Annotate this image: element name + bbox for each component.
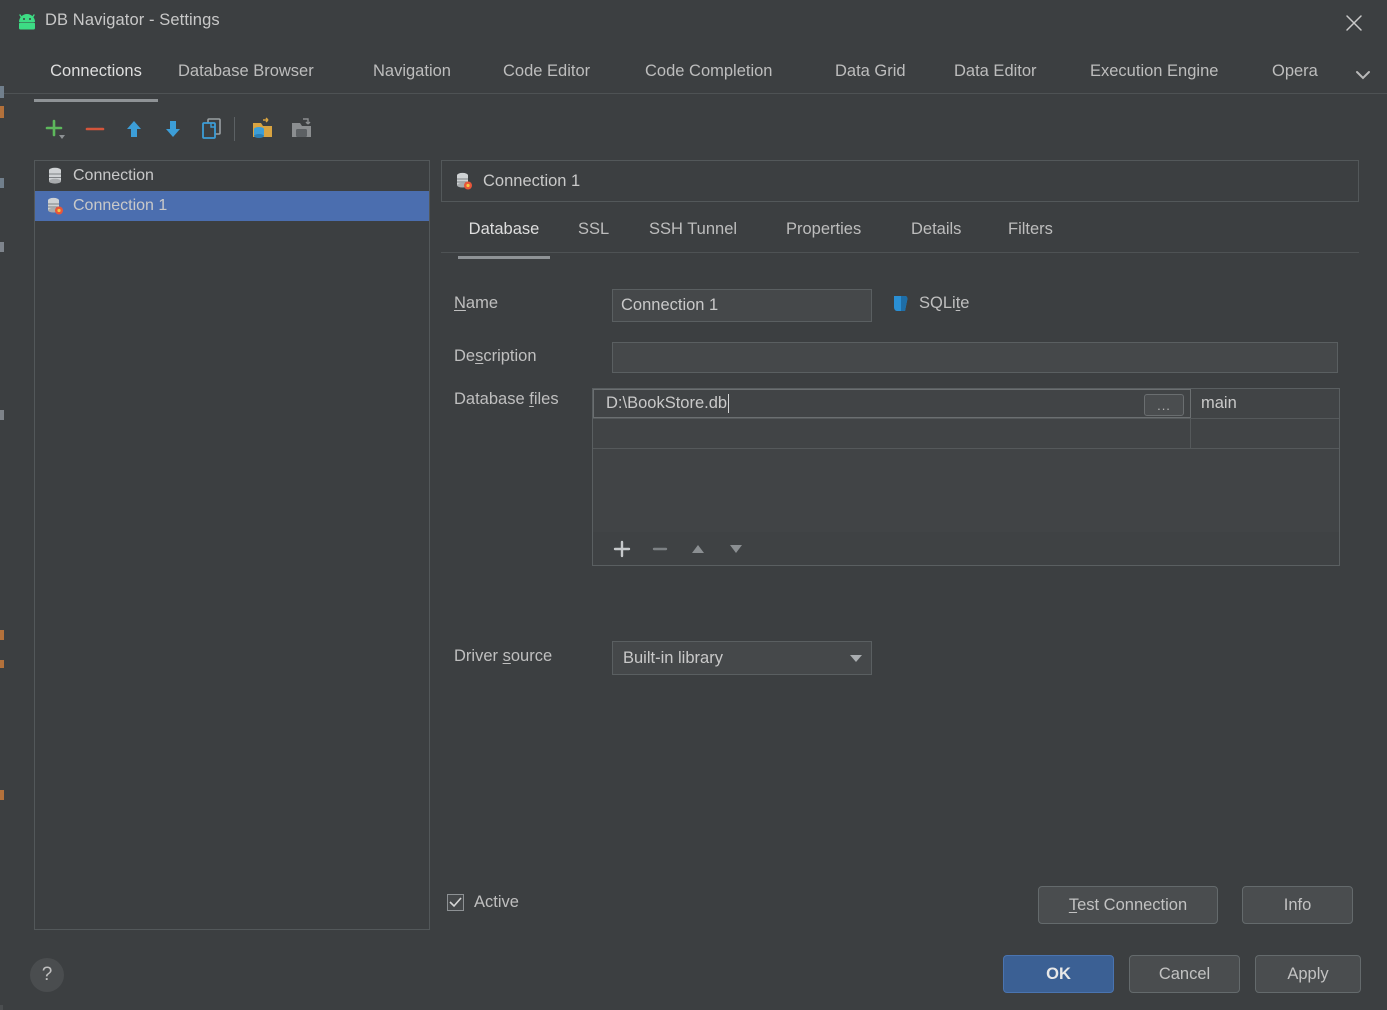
connection-tab-bar: Database SSL SSH Tunnel Properties Detai… <box>441 212 1359 259</box>
connection-tab-underline <box>441 252 1359 253</box>
tab-label: Data Editor <box>954 62 1037 80</box>
driver-source-select[interactable]: Built-in library <box>612 641 872 675</box>
dialog-title: DB Navigator - Settings <box>45 11 220 29</box>
triangle-up-icon[interactable] <box>679 533 717 565</box>
database-error-icon <box>454 171 474 191</box>
file-schema-cell[interactable] <box>1191 419 1339 448</box>
remove-icon[interactable] <box>78 112 112 146</box>
name-input[interactable] <box>612 289 872 322</box>
name-label-rest: ame <box>465 294 499 312</box>
subtab-label: Database <box>468 220 540 238</box>
subtab-filters[interactable]: Filters <box>1008 212 1053 262</box>
description-label: Description <box>454 347 537 365</box>
tab-data-editor[interactable]: Data Editor <box>954 52 1037 106</box>
tab-operations[interactable]: Opera <box>1272 52 1324 106</box>
chevron-down-icon <box>849 649 863 668</box>
tab-label: Code Editor <box>503 62 591 80</box>
table-row[interactable]: D:\BookStore.db ... main <box>593 389 1339 419</box>
add-icon[interactable] <box>603 533 641 565</box>
subtab-details[interactable]: Details <box>911 212 961 262</box>
connections-list[interactable]: Connection Connection 1 <box>34 160 430 930</box>
file-path-value: D:\BookStore.db <box>606 394 728 412</box>
active-checkbox[interactable] <box>447 894 464 911</box>
test-connection-label: Test Connection <box>1068 895 1188 914</box>
test-connection-button[interactable]: Test Connection <box>1038 886 1218 924</box>
help-button[interactable]: ? <box>30 958 64 992</box>
tab-label: Connections <box>50 62 142 80</box>
list-item[interactable]: Connection 1 <box>35 191 429 221</box>
tab-navigation[interactable]: Navigation <box>373 52 451 106</box>
driver-source-value: Built-in library <box>623 648 723 667</box>
driver-source-label: Driver source <box>454 647 553 665</box>
database-icon <box>45 166 65 186</box>
arrow-up-icon[interactable] <box>117 112 151 146</box>
file-path-cell[interactable] <box>593 419 1191 448</box>
name-label: Name <box>454 294 499 312</box>
database-files-table[interactable]: D:\BookStore.db ... main <box>592 388 1340 534</box>
subtab-label: SSL <box>578 220 610 238</box>
arrow-down-icon[interactable] <box>156 112 190 146</box>
subtab-ssh-tunnel[interactable]: SSH Tunnel <box>649 212 737 262</box>
database-type-label: SQLite <box>919 294 970 312</box>
file-path-cell[interactable]: D:\BookStore.db ... <box>593 389 1191 418</box>
connection-panel-header: Connection 1 <box>441 160 1359 202</box>
list-item-label: Connection 1 <box>73 197 168 214</box>
close-icon[interactable] <box>1339 8 1369 38</box>
tab-data-grid[interactable]: Data Grid <box>835 52 906 106</box>
table-row[interactable] <box>593 419 1339 449</box>
tab-connections[interactable]: Connections <box>34 52 158 106</box>
ok-button[interactable]: OK <box>1003 955 1114 993</box>
database-files-toolbar <box>592 532 1340 566</box>
tab-label: Execution Engine <box>1090 62 1219 80</box>
database-type: SQLite <box>892 294 969 313</box>
sqlite-icon <box>892 294 910 313</box>
database-files-label: Database files <box>454 390 559 408</box>
database-error-icon <box>45 196 65 216</box>
tab-label: Database Browser <box>178 62 314 80</box>
description-input[interactable] <box>612 342 1338 373</box>
tab-label: Code Completion <box>645 62 773 80</box>
subtab-properties[interactable]: Properties <box>786 212 861 262</box>
active-checkbox-row[interactable]: Active <box>447 893 519 912</box>
tab-execution-engine[interactable]: Execution Engine <box>1090 52 1218 106</box>
panel-title: Connection 1 <box>483 171 581 190</box>
import-icon[interactable] <box>246 112 280 146</box>
list-item-label: Connection <box>73 167 154 184</box>
subtab-label: Details <box>911 220 962 238</box>
list-item[interactable]: Connection <box>35 161 429 191</box>
connections-toolbar <box>30 112 430 148</box>
triangle-down-icon[interactable] <box>717 533 755 565</box>
file-schema-cell[interactable]: main <box>1191 389 1339 418</box>
subtab-ssl[interactable]: SSL <box>578 212 609 262</box>
tab-code-completion[interactable]: Code Completion <box>645 52 773 106</box>
tab-bar-underline <box>4 93 1387 94</box>
text-caret <box>728 394 730 413</box>
duplicate-icon[interactable] <box>195 112 229 146</box>
cancel-button[interactable]: Cancel <box>1129 955 1240 993</box>
subtab-database[interactable]: Database <box>458 212 550 262</box>
remove-icon[interactable] <box>641 533 679 565</box>
subtab-label: Properties <box>786 220 862 238</box>
info-button[interactable]: Info <box>1242 886 1353 924</box>
subtab-label: Filters <box>1008 220 1053 238</box>
toolbar-separator <box>234 117 235 141</box>
tab-label: Navigation <box>373 62 451 80</box>
export-icon[interactable] <box>285 112 319 146</box>
subtab-label: SSH Tunnel <box>649 220 738 238</box>
tab-database-browser[interactable]: Database Browser <box>178 52 314 106</box>
apply-button[interactable]: Apply <box>1255 955 1361 993</box>
tab-label: Opera <box>1272 62 1318 80</box>
settings-dialog: DB Navigator - Settings Connections Data… <box>4 0 1387 1010</box>
active-label: Active <box>474 893 519 911</box>
add-icon[interactable] <box>38 112 72 146</box>
chevron-down-icon[interactable] <box>1351 64 1375 86</box>
file-schema-value: main <box>1201 394 1237 412</box>
main-tab-bar: Connections Database Browser Navigation … <box>4 52 1387 102</box>
android-robot-icon <box>16 12 38 32</box>
tab-label: Data Grid <box>835 62 906 80</box>
dialog-titlebar: DB Navigator - Settings <box>4 0 1387 46</box>
tab-code-editor[interactable]: Code Editor <box>503 52 590 106</box>
browse-button[interactable]: ... <box>1144 394 1184 416</box>
